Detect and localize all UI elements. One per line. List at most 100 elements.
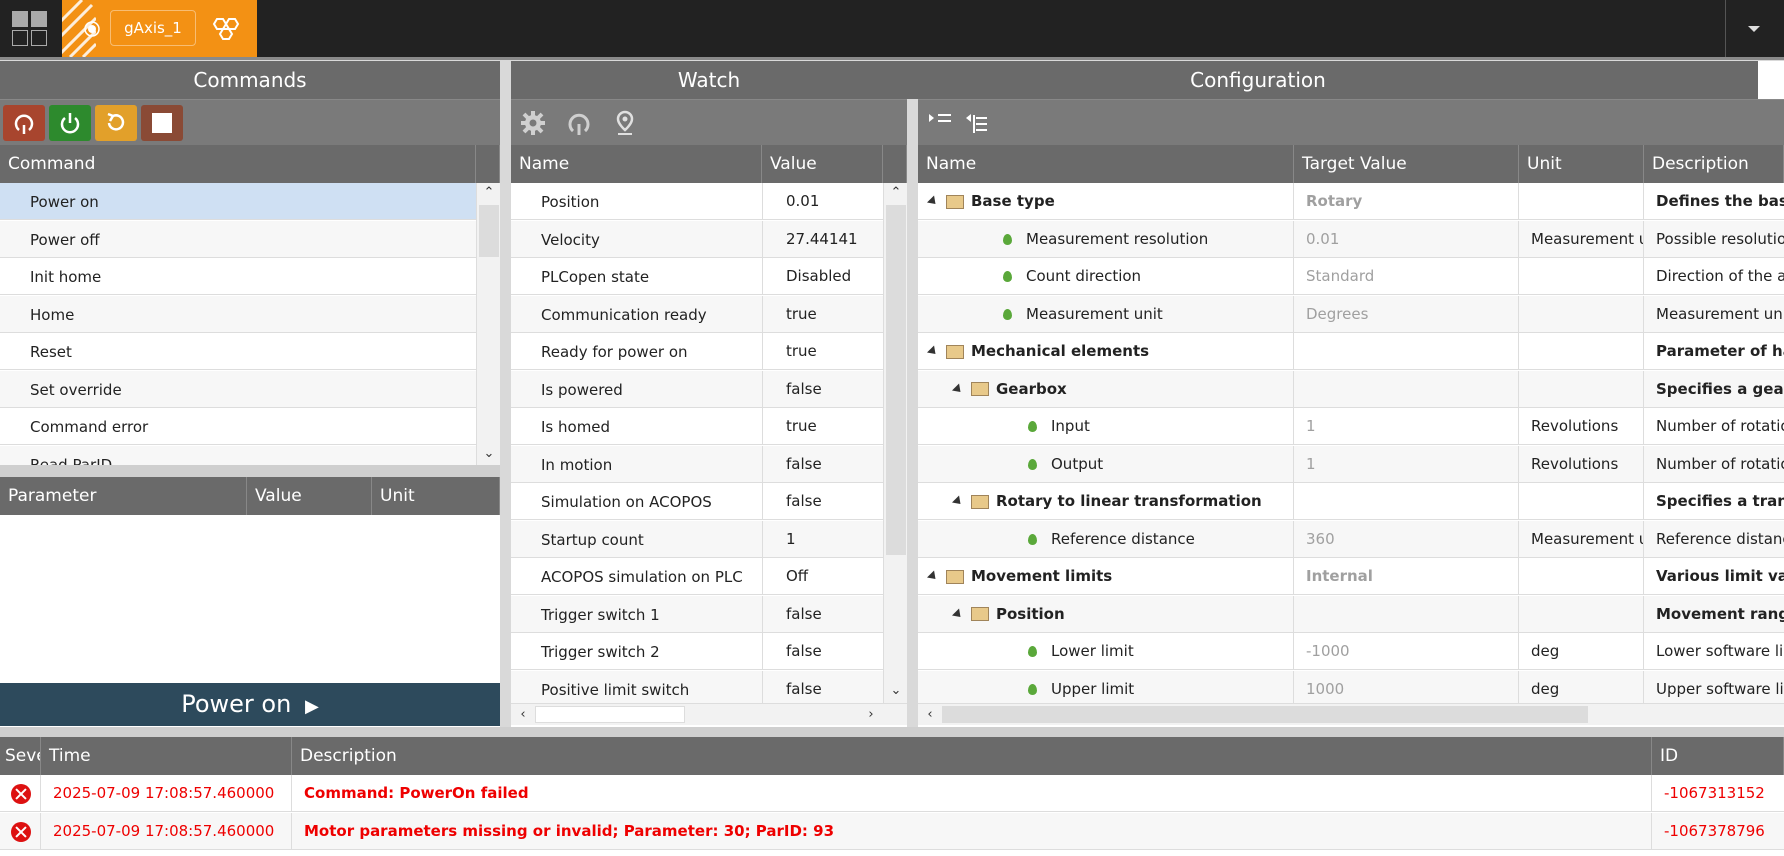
log-id-header[interactable]: ID bbox=[1652, 737, 1784, 775]
parameter-column-header[interactable]: Parameter bbox=[0, 477, 247, 515]
watch-row[interactable]: Velocity 27.44141 bbox=[511, 220, 883, 258]
command-list-item[interactable]: Read ParID bbox=[0, 445, 476, 465]
scroll-down-icon[interactable]: ⌄ bbox=[481, 446, 497, 462]
refresh-icon[interactable] bbox=[566, 110, 592, 136]
config-target-value[interactable]: 1 bbox=[1294, 445, 1519, 483]
config-tree-row[interactable]: Upper limit 1000deg Upper software lim bbox=[918, 670, 1784, 703]
config-tree-row[interactable]: Reference distance 360Measurement uni Refe… bbox=[918, 520, 1784, 558]
config-target-value[interactable] bbox=[1294, 370, 1519, 408]
command-column-header[interactable]: Command bbox=[0, 145, 476, 183]
axis-tab[interactable]: gAxis_1 bbox=[62, 0, 257, 57]
power-button[interactable] bbox=[49, 105, 91, 141]
watch-row[interactable]: Trigger switch 2 false bbox=[511, 633, 883, 670]
command-list-item[interactable]: Home bbox=[0, 295, 476, 333]
watch-row[interactable]: ACOPOS simulation on PLC Off bbox=[511, 558, 883, 595]
watch-row[interactable]: Trigger switch 1 false bbox=[511, 595, 883, 633]
topbar-dropdown[interactable] bbox=[1726, 0, 1784, 57]
expand-triangle-icon[interactable] bbox=[926, 345, 940, 358]
panel-splitter[interactable] bbox=[0, 465, 500, 477]
collapse-all-icon[interactable] bbox=[963, 111, 989, 135]
config-tree-row[interactable]: Measurement resolution 0.01Measurement un… bbox=[918, 220, 1784, 258]
config-target-value[interactable]: Rotary bbox=[1294, 183, 1519, 220]
config-target-value[interactable]: 0.01 bbox=[1294, 220, 1519, 258]
watch-row[interactable]: Startup count 1 bbox=[511, 520, 883, 558]
config-tree-row[interactable]: Position Movement range d bbox=[918, 595, 1784, 633]
watch-row[interactable]: PLCopen state Disabled bbox=[511, 258, 883, 295]
config-target-value[interactable] bbox=[1294, 483, 1519, 520]
log-splitter[interactable] bbox=[0, 727, 1784, 737]
command-list-item[interactable]: Command error bbox=[0, 408, 476, 445]
scroll-down-icon[interactable]: ⌄ bbox=[888, 683, 904, 699]
scroll-right-icon[interactable]: › bbox=[863, 707, 879, 723]
log-row[interactable]: 2025-07-09 17:08:57.460000 Motor paramete… bbox=[0, 812, 1784, 850]
watch-value-header[interactable]: Value bbox=[762, 145, 883, 183]
config-tree-row[interactable]: Movement limits Internal Various limit val… bbox=[918, 558, 1784, 595]
log-time-header[interactable]: Time bbox=[41, 737, 292, 775]
command-list-item[interactable]: Power on bbox=[0, 183, 476, 220]
watch-row[interactable]: Communication ready true bbox=[511, 295, 883, 333]
log-severity-header[interactable]: Seve bbox=[0, 737, 41, 775]
expand-triangle-icon[interactable] bbox=[951, 382, 965, 396]
config-name-header[interactable]: Name bbox=[918, 145, 1294, 183]
scroll-up-icon[interactable]: ⌃ bbox=[481, 185, 497, 201]
apps-grid-icon[interactable] bbox=[12, 11, 48, 47]
config-hscrollbar[interactable]: ‹ bbox=[918, 703, 1784, 725]
expand-triangle-icon[interactable] bbox=[951, 495, 965, 508]
watch-row[interactable]: Is homed true bbox=[511, 408, 883, 445]
watch-scrollbar[interactable]: ⌃ ⌄ bbox=[883, 183, 907, 703]
config-tree-row[interactable]: Lower limit -1000 deg Lower software lim bbox=[918, 633, 1784, 670]
gear-icon[interactable] bbox=[520, 110, 546, 136]
command-list-item[interactable]: Reset bbox=[0, 333, 476, 370]
expand-triangle-icon[interactable] bbox=[951, 607, 965, 621]
config-tree-row[interactable]: Count direction Standard Direction of the … bbox=[918, 258, 1784, 295]
config-tree-row[interactable]: Gearbox Specifies a gearbo bbox=[918, 370, 1784, 408]
config-tree-row[interactable]: Measurement unit Degrees Measurement unit … bbox=[918, 295, 1784, 333]
hexagon-network-icon[interactable] bbox=[205, 10, 245, 48]
scroll-thumb[interactable] bbox=[942, 706, 1588, 723]
value-column-header[interactable]: Value bbox=[247, 477, 372, 515]
unit-column-header[interactable]: Unit bbox=[372, 477, 500, 515]
config-tree-row[interactable]: Base type Rotary Defines the basic m bbox=[918, 183, 1784, 220]
config-unit-header[interactable]: Unit bbox=[1519, 145, 1644, 183]
config-tree-row[interactable]: Input 1Revolutions Number of rotation bbox=[918, 408, 1784, 445]
scroll-thumb[interactable] bbox=[886, 205, 906, 555]
execute-command-button[interactable]: Power on ▶ bbox=[0, 683, 500, 726]
watch-row[interactable]: In motion false bbox=[511, 445, 883, 483]
expand-triangle-icon[interactable] bbox=[926, 570, 940, 583]
axis-tab-label[interactable]: gAxis_1 bbox=[110, 10, 196, 46]
command-list-item[interactable]: Set override bbox=[0, 370, 476, 408]
config-target-header[interactable]: Target Value bbox=[1294, 145, 1519, 183]
config-target-value[interactable]: 360 bbox=[1294, 520, 1519, 558]
expand-all-icon[interactable] bbox=[927, 111, 953, 135]
scroll-left-icon[interactable]: ‹ bbox=[922, 707, 938, 723]
config-target-value[interactable] bbox=[1294, 595, 1519, 633]
watch-row[interactable]: Ready for power on true bbox=[511, 333, 883, 370]
expand-triangle-icon[interactable] bbox=[926, 195, 940, 208]
config-tree-row[interactable]: Output 1Revolutions Number of rotation bbox=[918, 445, 1784, 483]
watch-row[interactable]: Position 0.01 bbox=[511, 183, 883, 220]
config-target-value[interactable]: Internal bbox=[1294, 558, 1519, 595]
log-row[interactable]: 2025-07-09 17:08:57.460000 Command: Power… bbox=[0, 775, 1784, 812]
scroll-thumb[interactable] bbox=[535, 706, 685, 723]
watch-row[interactable]: Is powered false bbox=[511, 370, 883, 408]
command-list-item[interactable]: Init home bbox=[0, 258, 476, 295]
log-description-header[interactable]: Description bbox=[292, 737, 1652, 775]
command-list-scrollbar[interactable]: ⌃ ⌄ bbox=[476, 183, 500, 465]
reset-button[interactable] bbox=[95, 105, 137, 141]
config-target-value[interactable] bbox=[1294, 333, 1519, 370]
refresh-button[interactable] bbox=[3, 105, 45, 141]
scroll-thumb[interactable] bbox=[479, 205, 499, 257]
config-tree-row[interactable]: Rotary to linear transformation Specifies… bbox=[918, 483, 1784, 520]
config-target-value[interactable]: Degrees bbox=[1294, 295, 1519, 333]
watch-hscrollbar[interactable]: ‹ › bbox=[511, 703, 907, 725]
location-pin-icon[interactable] bbox=[612, 110, 638, 136]
config-description-header[interactable]: Description bbox=[1644, 145, 1784, 183]
config-target-value[interactable]: 1 bbox=[1294, 408, 1519, 445]
watch-name-header[interactable]: Name bbox=[511, 145, 762, 183]
watch-row[interactable]: Positive limit switch false bbox=[511, 670, 883, 703]
config-target-value[interactable]: -1000 bbox=[1294, 633, 1519, 670]
scroll-up-icon[interactable]: ⌃ bbox=[888, 185, 904, 201]
config-target-value[interactable]: 1000 bbox=[1294, 670, 1519, 703]
config-target-value[interactable]: Standard bbox=[1294, 258, 1519, 295]
stop-button[interactable] bbox=[141, 105, 183, 141]
